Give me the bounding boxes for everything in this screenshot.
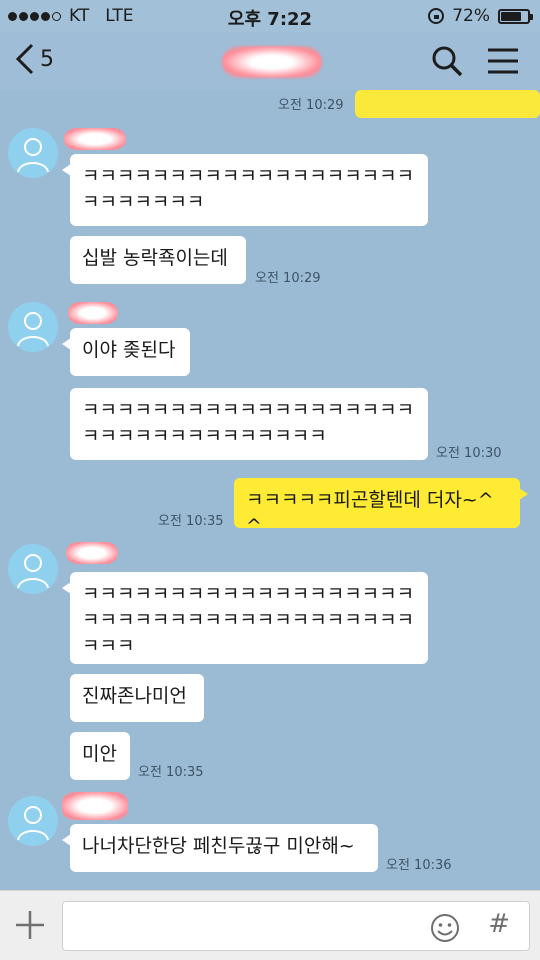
plus-icon[interactable]: [14, 909, 46, 941]
search-icon[interactable]: [430, 44, 464, 78]
input-bar: #: [0, 890, 540, 960]
back-button[interactable]: 5: [14, 42, 54, 76]
sender-name-redacted: [68, 302, 118, 324]
message-bubble[interactable]: 이야 좆된다: [62, 328, 190, 376]
timestamp: 오전 10:35: [138, 765, 204, 780]
message-bubble[interactable]: 미안: [70, 732, 130, 780]
unread-count: 5: [40, 46, 54, 72]
default-profile-icon: [17, 806, 49, 841]
status-bar: KT LTE 오후 7:22 72%: [0, 0, 540, 32]
chat-area[interactable]: 오전 10:29 ㅋㅋㅋㅋㅋㅋㅋㅋㅋㅋㅋㅋㅋㅋㅋㅋㅋㅋㅋ ㅋㅋㅋㅋㅋㅋㅋ 십발 …: [0, 90, 540, 890]
default-profile-icon: [17, 138, 49, 173]
message-bubble[interactable]: 진짜존나미언: [70, 674, 204, 722]
avatar[interactable]: [8, 128, 58, 178]
status-right: 72%: [428, 6, 533, 26]
timestamp: 오전 10:35: [158, 514, 224, 529]
battery-percent: 72%: [452, 6, 490, 26]
partial-my-bubble: [355, 90, 540, 118]
hamburger-menu-icon[interactable]: [486, 44, 520, 78]
default-profile-icon: [17, 312, 49, 347]
message-bubble[interactable]: 십발 농락죡이는데: [70, 236, 246, 284]
default-profile-icon: [17, 554, 49, 589]
sender-name-redacted: [64, 128, 126, 150]
hash-icon[interactable]: #: [488, 909, 510, 939]
avatar[interactable]: [8, 544, 58, 594]
timestamp: 오전 10:36: [386, 858, 452, 873]
header-actions: [430, 44, 520, 78]
chat-title-redacted: [222, 46, 322, 78]
battery-icon: [498, 8, 533, 24]
message-bubble[interactable]: ㅋㅋㅋㅋㅋㅋㅋㅋㅋㅋㅋㅋㅋㅋㅋㅋㅋㅋㅋ ㅋㅋㅋㅋㅋㅋㅋ: [62, 154, 428, 226]
sender-name-redacted: [62, 792, 128, 820]
avatar[interactable]: [8, 302, 58, 352]
sender-name-redacted: [66, 542, 118, 564]
message-bubble[interactable]: ㅋㅋㅋㅋㅋㅋㅋㅋㅋㅋㅋㅋㅋㅋㅋㅋㅋㅋㅋ ㅋㅋㅋㅋㅋㅋㅋㅋㅋㅋㅋㅋㅋㅋㅋㅋㅋㅋㅋ …: [62, 572, 428, 664]
chat-header: 5: [0, 32, 540, 90]
timestamp: 오전 10:30: [436, 446, 502, 461]
avatar[interactable]: [8, 796, 58, 846]
chevron-left-icon: [15, 43, 34, 75]
battery-fill: [501, 11, 522, 21]
message-bubble[interactable]: 나너차단한당 페친두끊구 미안해~: [62, 824, 378, 872]
message-bubble[interactable]: ㅋㅋㅋㅋㅋㅋㅋㅋㅋㅋㅋㅋㅋㅋㅋㅋㅋㅋㅋ ㅋㅋㅋㅋㅋㅋㅋㅋㅋㅋㅋㅋㅋㅋ: [70, 388, 428, 460]
rotation-lock-icon: [428, 8, 445, 24]
smiley-icon[interactable]: [430, 913, 460, 943]
timestamp: 오전 10:29: [278, 98, 344, 113]
my-message-bubble[interactable]: ㅋㅋㅋㅋㅋ피곤할텐데 더자~^^: [234, 478, 528, 537]
timestamp: 오전 10:29: [255, 271, 321, 286]
